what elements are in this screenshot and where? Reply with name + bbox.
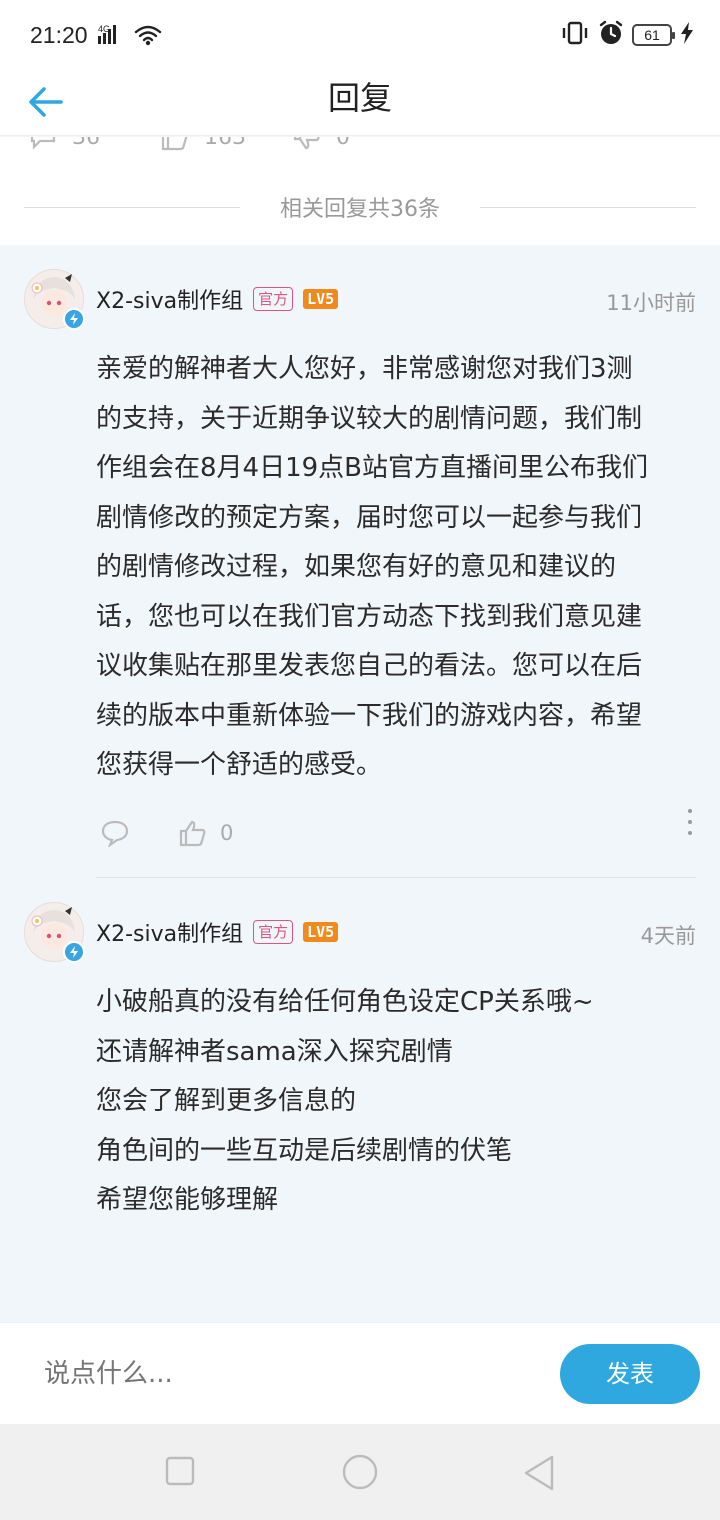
battery-indicator: 61 (632, 24, 675, 46)
avatar[interactable] (24, 269, 85, 330)
comment-line: 小破船真的没有给任何角色设定CP关系哦~ (96, 987, 594, 1017)
reply-button[interactable] (100, 819, 130, 847)
more-dot (688, 831, 692, 835)
comment-line: 议收集贴在那里发表您自己的看法。您可以在后 (96, 651, 643, 681)
home-icon[interactable] (340, 1454, 380, 1494)
replies-divider: 相关回复共36条 (24, 189, 696, 225)
comment-actions: 0 (100, 819, 233, 847)
status-time: 21:20 (30, 22, 88, 48)
thumbs-up-icon (161, 137, 188, 151)
divider-line-right (480, 206, 696, 208)
status-bar: 21:20 4G 61 (0, 0, 720, 72)
avatar[interactable] (24, 902, 85, 963)
recent-apps-icon[interactable] (164, 1454, 196, 1492)
comment-line: 话，您也可以在我们官方动态下找到我们意见建 (96, 601, 643, 632)
comment-time: 4天前 (640, 924, 696, 948)
comment-line: 您会了解到更多信息的 (96, 1086, 357, 1116)
verified-badge-icon (63, 941, 85, 963)
post-actions: 36 163 0 (28, 137, 424, 151)
comment-time: 11小时前 (606, 291, 696, 315)
page-title: 回复 (327, 79, 392, 117)
more-dot (688, 809, 692, 813)
thumbs-up-icon (179, 820, 206, 847)
back-nav-icon[interactable] (522, 1454, 556, 1496)
send-button[interactable]: 发表 (560, 1344, 700, 1404)
official-tag: 官方 (253, 287, 294, 311)
comment-line: 亲爱的解神者大人您好，非常感谢您对我们3测 (96, 354, 633, 384)
post-dislike-count: 0 (336, 137, 350, 150)
more-dot (688, 820, 692, 824)
vibrate-icon (560, 20, 590, 50)
comment-separator (96, 877, 696, 878)
charging-icon (680, 22, 694, 48)
thumbs-down-icon (293, 137, 320, 150)
status-right: 61 (560, 20, 694, 50)
reply-input[interactable] (44, 1353, 524, 1395)
reply-count-label: 相关回复共36条 (280, 197, 440, 222)
comment-line: 还请解神者sama深入探究剧情 (96, 1036, 453, 1067)
comment-author-row: X2-siva制作组 官方 LV5 (96, 283, 339, 315)
reply-composer: 发表 (0, 1322, 720, 1424)
comment-icon (30, 137, 56, 150)
comment-line: 的支持，关于近期争议较大的剧情问题，我们制 (96, 403, 643, 434)
verified-badge-icon (63, 308, 85, 330)
post-dislike-action[interactable]: 0 (292, 137, 424, 151)
comment-author-row: X2-siva制作组 官方 LV5 (96, 916, 339, 948)
divider-line-left (24, 206, 240, 208)
comment-line: 续的版本中重新体验一下我们的游戏内容，希望 (96, 700, 643, 731)
post-comment-count: 36 (72, 137, 100, 150)
alarm-icon (598, 20, 624, 50)
app-header: 回复 (0, 72, 720, 136)
like-count: 0 (220, 821, 234, 845)
level-badge: LV5 (303, 289, 339, 309)
post-summary-panel: 36 163 0 相关回复共36条 (0, 137, 720, 245)
post-comment-action[interactable]: 36 (28, 137, 160, 151)
comment-line: 的剧情修改过程，如果您有好的意见和建议的 (96, 552, 617, 582)
comment-body: 小破船真的没有给任何角色设定CP关系哦~ 还请解神者sama深入探究剧情 您会了… (96, 978, 594, 1226)
comment-line: 剧情修改的预定方案，届时您可以一起参与我们 (96, 502, 643, 533)
signal-icon: 4G (98, 22, 162, 52)
post-like-action[interactable]: 163 (160, 137, 292, 151)
system-nav-bar (0, 1424, 720, 1520)
like-button[interactable]: 0 (178, 819, 233, 847)
comment-body: 亲爱的解神者大人您好，非常感谢您对我们3测 的支持，关于近期争议较大的剧情问题，… (96, 345, 648, 791)
official-tag: 官方 (253, 920, 294, 944)
post-like-count: 163 (204, 137, 246, 150)
author-name[interactable]: X2-siva制作组 (96, 283, 243, 315)
comment-line: 您获得一个舒适的感受。 (96, 750, 383, 780)
author-name[interactable]: X2-siva制作组 (96, 916, 243, 948)
comment-line: 作组会在8月4日19点B站官方直播间里公布我们 (96, 453, 649, 483)
comment-line: 角色间的一些互动是后续剧情的伏笔 (96, 1135, 513, 1166)
comment-icon (101, 820, 129, 847)
comment-list: X2-siva制作组 官方 LV5 11小时前 亲爱的解神者大人您好，非常感谢您… (0, 245, 720, 1322)
level-badge: LV5 (303, 922, 339, 942)
comment-line: 希望您能够理解 (96, 1185, 279, 1215)
more-options-button[interactable] (688, 809, 692, 835)
